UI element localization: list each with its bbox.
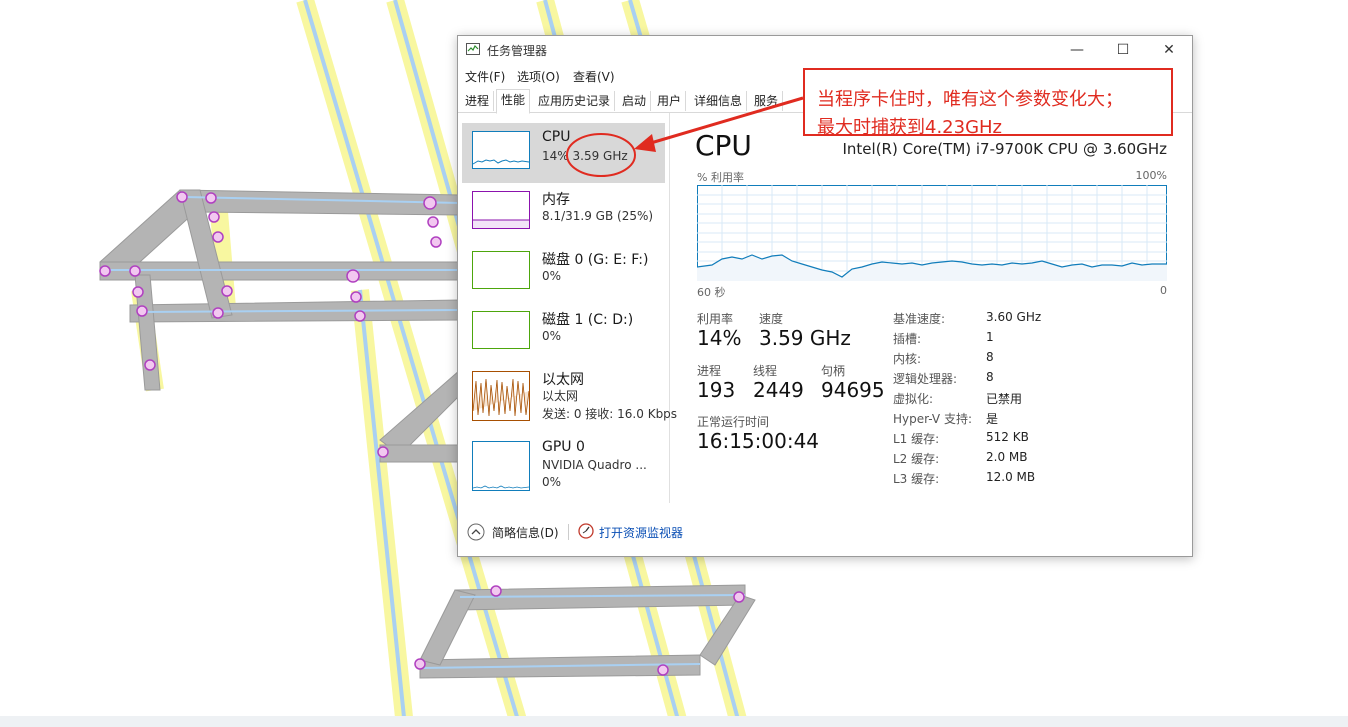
ethernet-thumbnail-graph: [472, 371, 530, 421]
property-value: 已禁用: [986, 392, 1023, 406]
property-value: 8: [986, 350, 994, 364]
utilization-value: 14%: [697, 326, 742, 350]
uptime-value: 16:15:00:44: [697, 429, 820, 453]
threads-value: 2449: [753, 378, 804, 402]
property-value: 是: [986, 412, 999, 426]
property-value: 512 KB: [986, 430, 1029, 444]
footer-divider: [568, 524, 569, 540]
resource-name: 磁盘 1 (C: D:): [542, 312, 634, 328]
property-label: 插槽:: [893, 332, 922, 346]
resource-list: CPU 14% 3.59 GHz 内存 8.1/31.9 GB (25%) 磁盘…: [458, 113, 677, 503]
uptime-label: 正常运行时间: [697, 415, 770, 429]
annotation-line-1: 当程序卡住时，唯有这个参数变化大；: [817, 89, 1123, 110]
task-manager-icon: [466, 43, 480, 55]
resource-item-disk-0[interactable]: 磁盘 0 (G: E: F:) 0%: [462, 243, 665, 303]
resource-detail: NVIDIA Quadro ...: [542, 458, 647, 472]
property-label: L1 缓存:: [893, 432, 940, 446]
tab-users[interactable]: 用户: [653, 91, 687, 111]
property-label: L3 缓存:: [893, 472, 940, 486]
property-label: Hyper-V 支持:: [893, 412, 972, 426]
minimize-button[interactable]: —: [1054, 36, 1100, 64]
disk-0-thumbnail-graph: [472, 251, 530, 289]
resource-item-memory[interactable]: 内存 8.1/31.9 GB (25%): [462, 183, 665, 243]
resource-item-cpu[interactable]: CPU 14% 3.59 GHz: [462, 123, 665, 183]
bottom-strip: [0, 716, 1348, 727]
graph-min-label: 0: [1160, 284, 1167, 297]
property-value: 3.60 GHz: [986, 310, 1042, 324]
gpu-thumbnail-graph: [472, 441, 530, 491]
resource-detail: 8.1/31.9 GB (25%): [542, 209, 654, 223]
graph-time-label: 60 秒: [697, 286, 726, 299]
annotation-callout: 当程序卡住时，唯有这个参数变化大； 最大时捕获到4.23GHz: [803, 68, 1173, 138]
menu-options[interactable]: 选项(O): [517, 68, 560, 85]
resource-detail-2: 0%: [542, 475, 562, 489]
memory-thumbnail-graph: [472, 191, 530, 229]
property-label: L2 缓存:: [893, 452, 940, 466]
tab-services[interactable]: 服务: [750, 91, 784, 111]
property-label: 逻辑处理器:: [893, 372, 958, 386]
annotation-line-2: 最大时捕获到4.23GHz: [817, 117, 1003, 138]
menu-view[interactable]: 查看(V): [573, 68, 615, 85]
tab-startup[interactable]: 启动: [618, 91, 652, 111]
disk-1-thumbnail-graph: [472, 311, 530, 349]
cpu-detail-panel: CPU Intel(R) Core(TM) i7-9700K CPU @ 3.6…: [678, 113, 1183, 503]
maximize-button[interactable]: ☐: [1100, 36, 1146, 64]
resource-item-ethernet[interactable]: 以太网 以太网 发送: 0 接收: 16.0 Kbps: [462, 363, 677, 423]
chevron-up-icon[interactable]: [467, 523, 485, 541]
resource-item-disk-1[interactable]: 磁盘 1 (C: D:) 0%: [462, 303, 665, 363]
resource-name: 磁盘 0 (G: E: F:): [542, 252, 649, 268]
footer-bar: 简略信息(D) 打开资源监视器: [458, 514, 1192, 554]
utilization-label: 利用率: [697, 312, 734, 326]
resource-detail: 以太网: [542, 389, 579, 403]
speed-label: 速度: [759, 312, 784, 326]
tab-performance[interactable]: 性能: [496, 89, 531, 114]
graph-label: % 利用率: [697, 171, 744, 184]
threads-label: 线程: [753, 364, 778, 378]
cpu-utilization-graph: [697, 185, 1167, 281]
resource-detail: 0%: [542, 329, 562, 343]
resource-name: CPU: [542, 129, 571, 145]
open-resource-monitor-link[interactable]: 打开资源监视器: [599, 524, 683, 541]
resource-name: GPU 0: [542, 439, 585, 455]
cpu-model: Intel(R) Core(TM) i7-9700K CPU @ 3.60GHz: [842, 140, 1167, 158]
resource-item-gpu[interactable]: GPU 0 NVIDIA Quadro ... 0%: [462, 433, 665, 493]
tab-details[interactable]: 详细信息: [690, 91, 748, 111]
title-bar[interactable]: 任务管理器 — ☐ ✕: [458, 36, 1192, 64]
processes-label: 进程: [697, 364, 722, 378]
tab-app-history[interactable]: 应用历史记录: [534, 91, 616, 111]
property-label: 基准速度:: [893, 312, 946, 326]
handles-value: 94695: [821, 378, 885, 402]
resource-detail-2: 发送: 0 接收: 16.0 Kbps: [542, 407, 678, 421]
resource-name: 以太网: [542, 372, 584, 388]
fewer-details-button[interactable]: 简略信息(D): [492, 524, 559, 541]
resource-detail: 14% 3.59 GHz: [542, 149, 628, 163]
property-value: 8: [986, 370, 994, 384]
window-title: 任务管理器: [487, 44, 548, 58]
speed-value: 3.59 GHz: [759, 326, 851, 350]
graph-max-label: 100%: [1135, 169, 1167, 182]
processes-value: 193: [697, 378, 736, 402]
property-value: 2.0 MB: [986, 450, 1028, 464]
cpu-speed-detail: 3.59 GHz: [572, 149, 628, 163]
property-value: 1: [986, 330, 994, 344]
property-label: 虚拟化:: [893, 392, 934, 406]
menu-file[interactable]: 文件(F): [465, 68, 505, 85]
property-value: 12.0 MB: [986, 470, 1036, 484]
property-label: 内核:: [893, 352, 922, 366]
resource-monitor-icon[interactable]: [578, 523, 594, 539]
handles-label: 句柄: [821, 364, 846, 378]
cpu-detail-title: CPU: [695, 129, 752, 162]
close-button[interactable]: ✕: [1146, 36, 1192, 64]
cpu-thumbnail-graph: [472, 131, 530, 169]
resource-name: 内存: [542, 192, 570, 208]
resource-detail: 0%: [542, 269, 562, 283]
tab-processes[interactable]: 进程: [461, 91, 495, 111]
